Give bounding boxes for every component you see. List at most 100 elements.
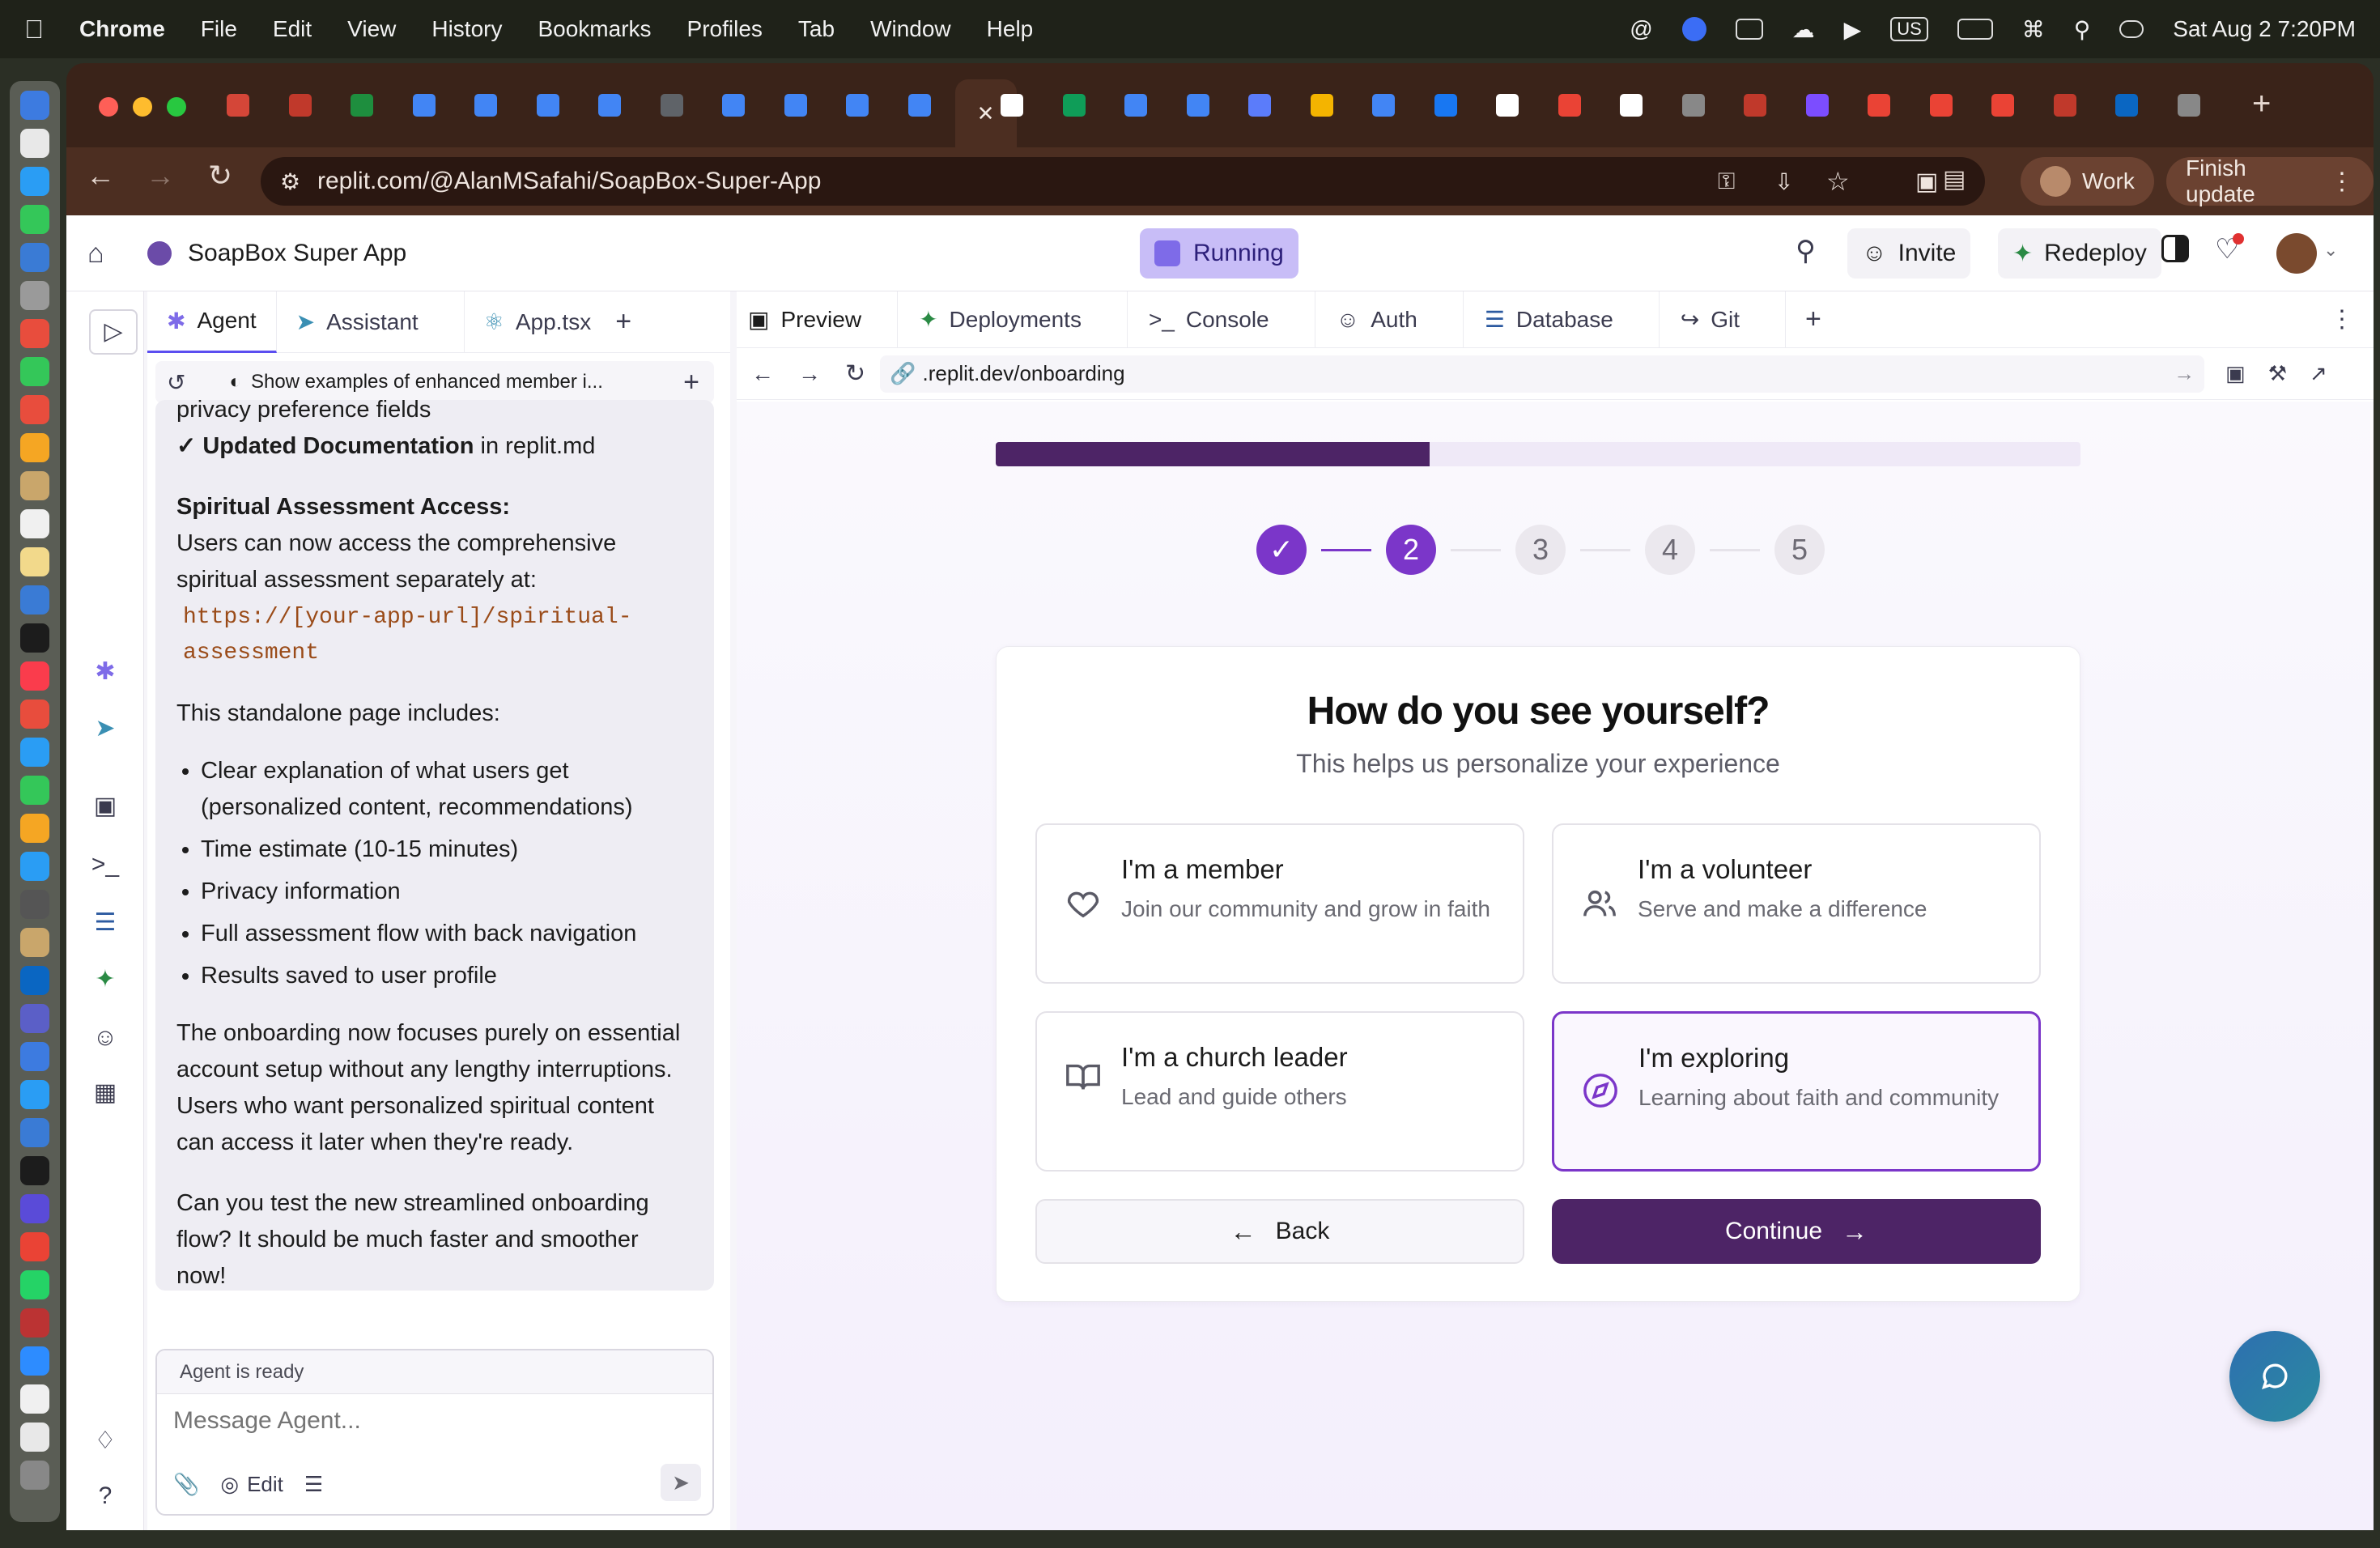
dock-app-icon[interactable] [20, 129, 49, 158]
cloud-icon[interactable]: ☁ [1792, 16, 1815, 43]
tab-database[interactable]: ☰ Database [1464, 291, 1660, 348]
browser-tab[interactable] [2163, 79, 2215, 131]
open-new-window-icon[interactable]: ↗ [2310, 361, 2327, 386]
dock-app-icon[interactable] [20, 547, 49, 576]
reading-mode-icon[interactable]: ▤ [1943, 165, 1966, 194]
search-icon[interactable]: ⚲ [1796, 235, 1816, 267]
new-tab-plus-icon[interactable]: + [2252, 86, 2271, 122]
project-name[interactable]: SoapBox Super App [188, 240, 406, 267]
continue-button[interactable]: Continue → [1552, 1199, 2041, 1264]
add-tab-plus-icon[interactable]: + [615, 306, 631, 338]
dock-app-icon[interactable] [20, 1232, 49, 1261]
help-icon[interactable]: ? [89, 1480, 121, 1512]
dock-app-icon[interactable] [20, 205, 49, 234]
monitor-icon[interactable]: ▣ [89, 790, 121, 823]
browser-tab[interactable] [770, 79, 822, 131]
browser-tab[interactable] [460, 79, 512, 131]
menu-bookmarks[interactable]: Bookmarks [538, 16, 651, 42]
browser-tab[interactable] [1729, 79, 1781, 131]
tab-auth[interactable]: ☺ Auth [1315, 291, 1464, 348]
browser-tab[interactable] [646, 79, 698, 131]
tab-console[interactable]: >_ Console [1128, 291, 1315, 348]
dock-app-icon[interactable] [20, 1194, 49, 1223]
assistant-icon[interactable]: ➤ [89, 712, 121, 745]
more-options-icon[interactable]: ⋮ [2330, 305, 2354, 334]
open-url-arrow-icon[interactable]: → [2174, 361, 2195, 386]
browser-tab[interactable] [1544, 79, 1596, 131]
dock-app-icon[interactable] [20, 890, 49, 919]
browser-tab[interactable] [1853, 79, 1905, 131]
tab-app-tsx[interactable]: ⚛ App.tsx [465, 291, 611, 353]
dock-app-icon[interactable] [20, 1118, 49, 1147]
option-exploring[interactable]: I'm exploring Learning about faith and c… [1552, 1011, 2041, 1172]
dock-app-icon[interactable] [20, 852, 49, 881]
at-sign-icon[interactable]: @ [1630, 16, 1652, 42]
chat-support-button[interactable] [2229, 1331, 2320, 1422]
extensions-puzzle-icon[interactable]: ▣ [1915, 168, 1938, 196]
settings-sliders-icon[interactable]: ☰ [304, 1472, 323, 1497]
menubar-app-name[interactable]: Chrome [79, 16, 165, 42]
browser-tab[interactable] [274, 79, 326, 131]
menu-edit[interactable]: Edit [273, 16, 312, 42]
dock-app-icon[interactable] [20, 1042, 49, 1071]
browser-tab[interactable] [1605, 79, 1657, 131]
dock-app-icon[interactable] [20, 776, 49, 805]
browser-tab[interactable] [1977, 79, 2029, 131]
forward-arrow-icon[interactable]: → [138, 159, 183, 193]
thread-title[interactable]: Show examples of enhanced member i... [251, 371, 603, 393]
browser-tab[interactable] [1420, 79, 1472, 131]
password-key-icon[interactable]: ⚿ [1718, 168, 1735, 195]
history-icon[interactable]: ↺ [167, 369, 185, 396]
access-url[interactable]: https://[your-app-url]/spiritual-assessm… [183, 600, 636, 671]
browser-tab[interactable] [1048, 79, 1100, 131]
control-center-icon[interactable] [2119, 20, 2144, 38]
browser-tab[interactable] [2039, 79, 2091, 131]
browser-tab[interactable] [1668, 79, 1719, 131]
outlook-icon[interactable] [1735, 19, 1763, 40]
user-avatar[interactable] [2276, 233, 2317, 274]
browser-tab[interactable] [1791, 79, 1843, 131]
dock-app-icon[interactable] [20, 585, 49, 615]
dock-app-icon[interactable] [20, 661, 49, 691]
browser-tab[interactable] [2101, 79, 2153, 131]
new-thread-plus-icon[interactable]: + [683, 367, 699, 398]
reload-icon[interactable]: ↻ [198, 159, 243, 193]
apple-icon[interactable]:  [24, 15, 44, 45]
option-volunteer[interactable]: I'm a volunteer Serve and make a differe… [1552, 823, 2041, 984]
add-tool-plus-icon[interactable]: + [1805, 304, 1821, 335]
menubar-clock[interactable]: Sat Aug 2 7:20PM [2173, 16, 2356, 42]
menu-history[interactable]: History [431, 16, 502, 42]
dock-app-icon[interactable] [20, 928, 49, 957]
tab-git[interactable]: ↪ Git [1660, 291, 1787, 348]
bookmark-star-icon[interactable]: ☆ [1826, 166, 1850, 197]
browser-tab[interactable] [398, 79, 450, 131]
menu-view[interactable]: View [347, 16, 396, 42]
dock-app-icon[interactable] [20, 1156, 49, 1185]
dock-app-icon[interactable] [20, 357, 49, 386]
dock-app-icon[interactable] [20, 167, 49, 196]
message-agent-input[interactable] [173, 1407, 691, 1435]
dock-app-icon[interactable] [20, 1004, 49, 1033]
preview-back-icon[interactable]: ← [751, 361, 774, 387]
preview-forward-icon[interactable]: → [798, 361, 821, 387]
menu-window[interactable]: Window [870, 16, 951, 42]
browser-tab[interactable] [522, 79, 574, 131]
send-button[interactable]: ➤ [661, 1464, 701, 1501]
browser-tab[interactable] [1481, 79, 1533, 131]
home-icon[interactable]: ⌂ [87, 238, 104, 270]
browser-tab[interactable] [1296, 79, 1348, 131]
spotlight-search-icon[interactable]: ⚲ [2074, 16, 2091, 43]
keyboard-layout-badge[interactable]: US [1890, 17, 1928, 41]
preview-url[interactable]: .replit.dev/onboarding [923, 361, 1125, 386]
dock-app-icon[interactable] [20, 509, 49, 538]
battery-icon[interactable] [1957, 19, 1993, 40]
browser-tab[interactable] [894, 79, 946, 131]
dock-app-icon[interactable] [20, 1346, 49, 1376]
browser-tab[interactable] [1234, 79, 1286, 131]
browser-tab[interactable] [831, 79, 883, 131]
browser-tab[interactable] [584, 79, 635, 131]
deploy-icon[interactable]: ✦ [89, 963, 121, 996]
dock-app-icon[interactable] [20, 1384, 49, 1414]
tab-agent[interactable]: ✱ Agent [147, 291, 277, 353]
toggle-sidebar-icon[interactable]: ▷ [89, 309, 138, 355]
